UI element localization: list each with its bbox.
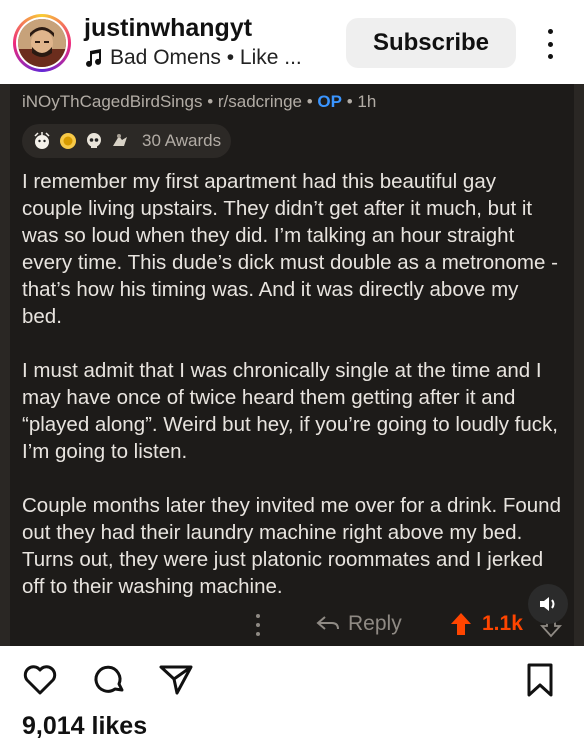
comment-text: I remember my first apartment had this b…: [22, 168, 562, 627]
username[interactable]: justinwhangyt: [84, 14, 252, 43]
comment-paragraph: I must admit that I was chronically sing…: [22, 359, 558, 463]
comment-actions: Reply 1.1k: [10, 608, 574, 642]
award-wholesome-icon: [34, 132, 50, 149]
awards-row: 30 Awards: [22, 124, 232, 158]
music-note-icon: [86, 49, 102, 67]
avatar-image: [18, 19, 66, 67]
audio-track[interactable]: Bad Omens • Like ...: [84, 46, 302, 70]
awards-count: 30 Awards: [142, 131, 222, 150]
avatar: [16, 17, 68, 69]
comment-more-icon[interactable]: [254, 614, 262, 636]
comment-icon[interactable]: [92, 662, 128, 698]
reddit-comment-card: iNOyThCagedBirdSings • r/sadcringe • OP …: [0, 84, 584, 646]
comment-paragraph: Couple months later they invited me over…: [22, 494, 561, 598]
separator: •: [306, 92, 313, 111]
likes-count[interactable]: 9,014 likes: [22, 712, 147, 741]
reply-button[interactable]: Reply: [316, 612, 402, 636]
award-skull-icon: [87, 133, 101, 148]
bookmark-icon[interactable]: [522, 662, 558, 698]
heart-icon[interactable]: [22, 662, 58, 698]
volume-glyph: [540, 597, 555, 611]
comment-meta: iNOyThCagedBirdSings • r/sadcringe • OP …: [22, 92, 376, 112]
reel-header: justinwhangyt Bad Omens • Like ... Subsc…: [0, 0, 584, 84]
comment-body: iNOyThCagedBirdSings • r/sadcringe • OP …: [10, 84, 574, 646]
comment-time: 1h: [357, 92, 377, 111]
comment-author: iNOyThCagedBirdSings: [22, 92, 203, 111]
award-helpful-icon: [113, 134, 127, 146]
upvote-arrow-icon: [451, 613, 471, 635]
profile-avatar[interactable]: [13, 14, 71, 72]
separator: •: [346, 92, 353, 111]
award-gold-icon: [60, 133, 76, 149]
audio-label: Bad Omens • Like ...: [110, 46, 302, 69]
more-options-icon[interactable]: [538, 24, 562, 64]
separator: •: [207, 92, 214, 111]
subreddit-name: r/sadcringe: [217, 92, 302, 111]
op-badge: OP: [317, 92, 342, 111]
reply-arrow-icon: [316, 616, 339, 630]
comment-paragraph: I remember my first apartment had this b…: [22, 170, 558, 328]
subscribe-button[interactable]: Subscribe: [346, 18, 516, 68]
reply-label: Reply: [348, 612, 402, 635]
avatar-portrait: [18, 19, 66, 67]
share-icon[interactable]: [158, 662, 194, 698]
post-action-bar: [0, 652, 584, 708]
speaker-icon[interactable]: [528, 584, 568, 624]
upvote-button[interactable]: 1.1k: [450, 612, 523, 636]
vote-count: 1.1k: [482, 612, 523, 635]
